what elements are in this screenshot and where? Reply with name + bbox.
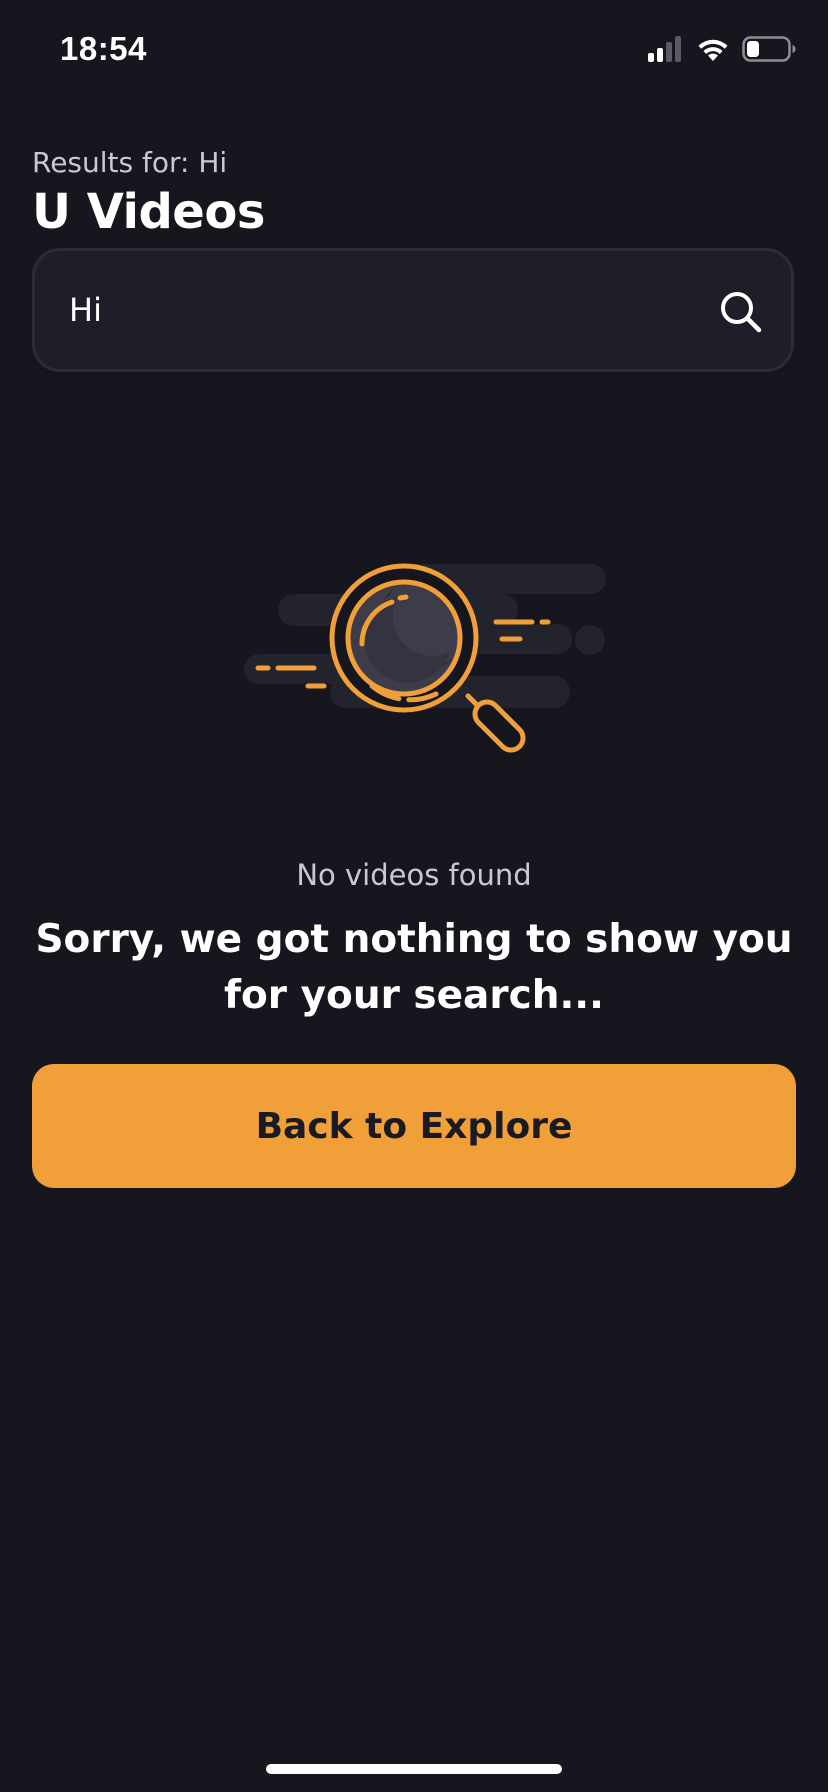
results-query: Hi xyxy=(198,146,228,179)
results-for-label: Results for: Hi xyxy=(32,146,227,179)
magnifying-glass-illustration xyxy=(240,556,620,756)
empty-state-subtitle: No videos found xyxy=(296,858,532,892)
battery-icon xyxy=(742,36,796,62)
cellular-signal-icon xyxy=(648,36,684,62)
wifi-icon xyxy=(696,36,730,62)
search-button[interactable] xyxy=(719,290,763,334)
status-time: 18:54 xyxy=(60,30,147,67)
search-input[interactable] xyxy=(69,251,669,369)
status-bar: 18:54 xyxy=(0,0,828,100)
search-icon xyxy=(719,292,763,338)
empty-state-message: Sorry, we got nothing to show you for yo… xyxy=(35,917,793,1018)
page-title: U Videos xyxy=(32,184,265,240)
status-icons xyxy=(648,34,796,64)
results-prefix: Results for: xyxy=(32,146,199,179)
home-indicator[interactable] xyxy=(266,1764,562,1774)
back-to-explore-button[interactable]: Back to Explore xyxy=(32,1064,796,1188)
search-bar xyxy=(32,248,794,372)
